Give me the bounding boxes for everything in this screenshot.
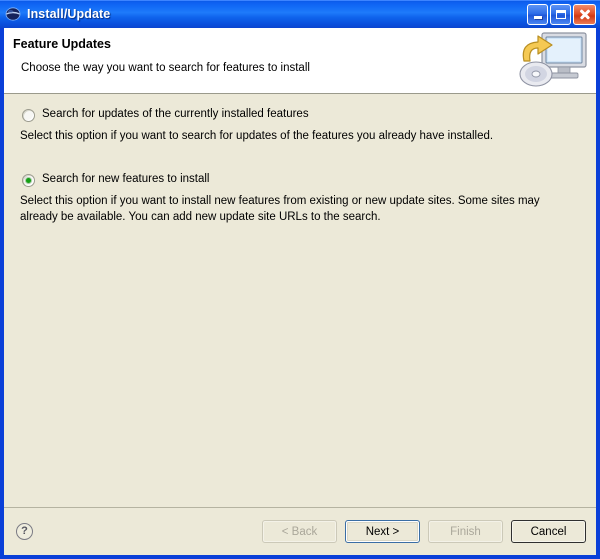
next-button[interactable]: Next > bbox=[345, 520, 420, 543]
window-controls bbox=[527, 3, 596, 25]
maximize-icon bbox=[555, 9, 566, 19]
options-spacer bbox=[15, 144, 584, 172]
eclipse-globe-icon bbox=[5, 6, 21, 22]
install-update-window: Install/Update Feature Updates Choose th… bbox=[0, 0, 600, 559]
close-icon bbox=[579, 9, 590, 20]
maximize-button[interactable] bbox=[550, 3, 571, 25]
radio-icon-new-features[interactable] bbox=[22, 174, 35, 187]
options-panel: Search for updates of the currently inst… bbox=[4, 94, 596, 507]
radio-description-new-features: Select this option if you want to instal… bbox=[20, 195, 540, 223]
finish-button[interactable]: Finish bbox=[428, 520, 503, 543]
close-button[interactable] bbox=[573, 3, 596, 25]
radio-label-new-features: Search for new features to install bbox=[42, 173, 210, 185]
radio-description-search-updates: Select this option if you want to search… bbox=[20, 130, 494, 142]
wizard-banner: Feature Updates Choose the way you want … bbox=[4, 28, 596, 94]
minimize-button[interactable] bbox=[527, 3, 548, 25]
page-title: Feature Updates bbox=[13, 37, 111, 51]
help-icon[interactable]: ? bbox=[16, 523, 33, 540]
minimize-icon bbox=[533, 16, 542, 19]
button-bar: ? < Back Next > Finish Cancel bbox=[4, 507, 596, 555]
radio-option-new-features[interactable]: Search for new features to install bbox=[15, 172, 584, 187]
radio-label-search-updates: Search for updates of the currently inst… bbox=[42, 108, 309, 120]
back-button[interactable]: < Back bbox=[262, 520, 337, 543]
dialog-body: Feature Updates Choose the way you want … bbox=[4, 28, 596, 555]
banner-text: Feature Updates Choose the way you want … bbox=[4, 28, 510, 93]
page-subtitle: Choose the way you want to search for fe… bbox=[21, 62, 310, 74]
title-bar[interactable]: Install/Update bbox=[0, 0, 600, 28]
cancel-button[interactable]: Cancel bbox=[511, 520, 586, 543]
radio-icon-search-updates[interactable] bbox=[22, 109, 35, 122]
window-title: Install/Update bbox=[27, 7, 111, 21]
wizard-buttons: < Back Next > Finish Cancel bbox=[262, 520, 586, 543]
computer-update-icon bbox=[510, 28, 596, 93]
radio-option-search-updates[interactable]: Search for updates of the currently inst… bbox=[15, 107, 584, 122]
